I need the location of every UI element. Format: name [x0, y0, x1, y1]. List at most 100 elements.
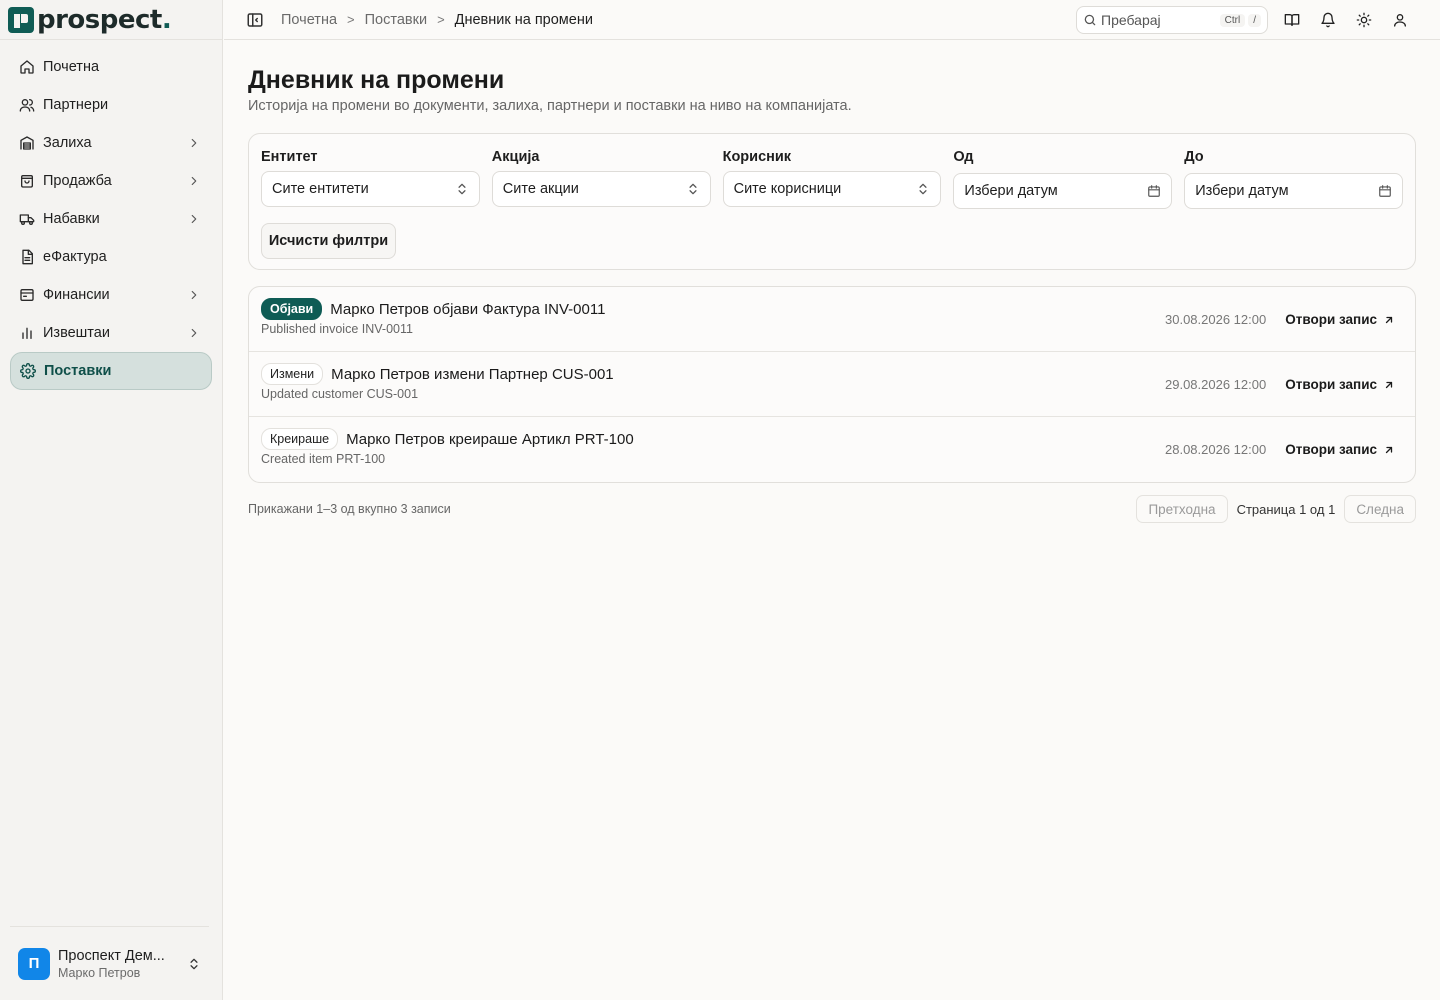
open-record-link[interactable]: Отвори запис [1285, 312, 1395, 327]
change-log-list: Објави Марко Петров објави Фактура INV-0… [248, 286, 1416, 483]
kbd-slash: / [1248, 13, 1261, 27]
truck-icon [19, 214, 35, 225]
search-icon [1084, 14, 1096, 26]
account-button[interactable] [1382, 6, 1418, 34]
arrow-up-right-icon [1385, 316, 1393, 323]
arrow-up-right-icon [1385, 381, 1393, 388]
theme-toggle-button[interactable] [1346, 6, 1382, 34]
breadcrumb: Почетна > Поставки > Дневник на промени [281, 12, 593, 28]
entity-filter: Ентитет Сите ентитети [261, 146, 480, 209]
select-value: Сите акции [502, 181, 579, 197]
warehouse-icon [20, 136, 34, 150]
next-page-button[interactable]: Следна [1344, 495, 1416, 523]
avatar: П [18, 947, 50, 980]
sidebar-item-label: еФактура [43, 249, 107, 265]
sidebar-item-label: Финансии [43, 287, 110, 303]
entity-select[interactable]: Сите ентитети [261, 171, 480, 207]
clear-filters-button[interactable]: Исчисти филтри [261, 223, 396, 259]
sidebar-item-reports[interactable]: Извештаи [10, 314, 212, 352]
breadcrumb-separator-icon: > [437, 12, 445, 27]
sidebar-item-efaktura[interactable]: еФактура [10, 238, 212, 276]
select-value: Избери датум [964, 183, 1058, 199]
chevron-right-icon [191, 138, 197, 148]
filter-label: Ентитет [261, 149, 318, 165]
breadcrumb-separator-icon: > [347, 12, 355, 27]
sidebar-item-label: Партнери [43, 97, 109, 113]
log-timestamp: 29.08.2026 12:00 [1165, 377, 1267, 392]
org-switcher[interactable]: П Проспект Дем... Марко Петров [10, 926, 209, 1000]
open-record-label: Отвори запис [1285, 442, 1377, 457]
bar-chart-icon [22, 327, 32, 339]
sidebar-item-label: Извештаи [43, 325, 110, 341]
filter-label: Од [953, 149, 974, 165]
page-title: Дневник на промени [248, 66, 505, 94]
notifications-button[interactable] [1310, 6, 1346, 34]
user-icon [1394, 14, 1406, 27]
calendar-icon [1148, 185, 1161, 197]
sidebar-item-finance[interactable]: Финансии [10, 276, 212, 314]
action-select[interactable]: Сите акции [491, 171, 711, 207]
prev-page-button[interactable]: Претходна [1136, 495, 1228, 523]
filter-label: Корисник [722, 149, 792, 165]
book-open-icon [1284, 14, 1300, 26]
log-title: Марко Петров објави Фактура INV-0011 [330, 300, 606, 318]
sidebar-item-inventory[interactable]: Залиха [10, 124, 212, 162]
arrow-up-right-icon [1385, 446, 1393, 453]
action-badge: Креираше [261, 428, 339, 450]
sidebar-nav: Почетна Партнери Залиха Продажба Набавки… [0, 40, 222, 398]
list-item: Измени Марко Петров измени Партнер CUS-0… [249, 352, 1415, 417]
sidebar-item-label: Залиха [43, 135, 92, 151]
select-value: Сите ентитети [272, 181, 369, 197]
action-badge: Објави [261, 298, 323, 320]
chevron-right-icon [191, 214, 197, 224]
breadcrumb-home[interactable]: Почетна [281, 12, 337, 28]
sidebar-item-sales[interactable]: Продажба [10, 162, 212, 200]
filter-label: Акција [491, 149, 540, 165]
sidebar: prospect. Почетна Партнери Залиха Продаж… [0, 0, 223, 1000]
chevrons-up-down-icon [458, 183, 466, 195]
shopping-bag-icon [21, 175, 33, 188]
calendar-icon [1379, 185, 1391, 197]
docs-button[interactable] [1274, 6, 1310, 34]
logo-mark-icon [8, 6, 34, 33]
main-content: Дневник на промени Историја на промени в… [248, 40, 1416, 523]
pagination-summary: Прикажани 1–3 од вкупно 3 записи [248, 502, 451, 516]
log-timestamp: 28.08.2026 12:00 [1165, 442, 1267, 457]
sidebar-toggle-icon[interactable] [246, 11, 264, 29]
open-record-link[interactable]: Отвори запис [1285, 442, 1395, 457]
sun-icon [1356, 12, 1372, 28]
document-icon [22, 249, 33, 265]
chevrons-up-down-icon [919, 183, 927, 195]
brand-name: prospect [37, 4, 162, 35]
open-record-link[interactable]: Отвори запис [1285, 377, 1395, 392]
sidebar-item-settings[interactable]: Поставки [10, 352, 212, 390]
pagination: Прикажани 1–3 од вкупно 3 записи Претход… [248, 495, 1416, 523]
search-input[interactable] [1101, 12, 1217, 28]
date-from-picker[interactable]: Избери датум [953, 173, 1173, 209]
date-to-picker[interactable]: Избери датум [1184, 173, 1403, 209]
sidebar-item-label: Набавки [43, 211, 100, 227]
sidebar-item-purchases[interactable]: Набавки [10, 200, 212, 238]
chevrons-up-down-icon [190, 958, 198, 969]
search-box[interactable]: Ctrl / [1076, 6, 1268, 34]
page-subtitle: Историја на промени во документи, залиха… [248, 98, 852, 114]
sidebar-item-label: Продажба [43, 173, 112, 189]
user-filter: Корисник Сите корисници [722, 146, 942, 209]
breadcrumb-settings[interactable]: Поставки [365, 12, 427, 28]
wallet-icon [20, 289, 34, 301]
topbar-actions: Ctrl / [1076, 6, 1418, 34]
filters-panel: Ентитет Сите ентитети Акција Сите акции … [248, 133, 1416, 270]
sidebar-item-partners[interactable]: Партнери [10, 86, 212, 124]
open-record-label: Отвори запис [1285, 312, 1377, 327]
filter-label: До [1184, 149, 1204, 165]
sidebar-item-home[interactable]: Почетна [10, 48, 212, 86]
logo[interactable]: prospect. [0, 0, 222, 40]
org-name: Проспект Дем... [58, 947, 165, 964]
chevron-right-icon [191, 290, 197, 300]
gear-icon [20, 363, 36, 379]
log-title: Марко Петров креираше Артикл PRT-100 [346, 430, 634, 448]
breadcrumb-current: Дневник на промени [454, 11, 593, 28]
log-timestamp: 30.08.2026 12:00 [1165, 312, 1267, 327]
user-select[interactable]: Сите корисници [722, 171, 942, 207]
users-icon [19, 99, 35, 112]
